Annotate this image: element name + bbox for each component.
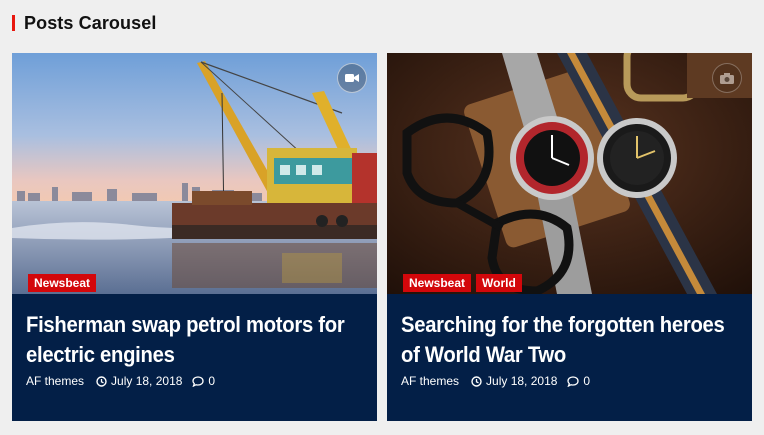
post-comments[interactable]: 0 [192,374,215,388]
category-badge[interactable]: Newsbeat [403,274,472,292]
video-camera-icon [337,63,367,93]
post-date-text: July 18, 2018 [111,374,183,388]
category-badge[interactable]: Newsbeat [28,274,97,292]
post-meta: AF themes July 18, 2018 0 [26,374,215,388]
post-title[interactable]: Fisherman swap petrol motors for electri… [26,310,366,370]
post-categories: Newsbeat World [403,274,522,292]
clock-icon [471,375,482,387]
post-comments[interactable]: 0 [567,374,590,388]
post-thumbnail[interactable] [12,53,377,294]
section-header: Posts Carousel [12,12,156,34]
post-date: July 18, 2018 [96,374,182,388]
post-comments-count: 0 [583,374,591,388]
post-title[interactable]: Searching for the forgotten heroes of Wo… [401,310,741,370]
post-meta: AF themes July 18, 2018 0 [401,374,590,388]
category-badge[interactable]: World [476,274,522,292]
post-comments-count: 0 [208,374,216,388]
post-date: July 18, 2018 [471,374,557,388]
section-accent-bar [12,15,15,31]
post-author[interactable]: AF themes [26,374,84,388]
post-categories: Newsbeat [28,274,97,292]
clock-icon [96,375,107,387]
post-date-text: July 18, 2018 [486,374,558,388]
post-card[interactable]: Newsbeat Fisherman swap petrol motors fo… [12,53,377,421]
section-title: Posts Carousel [24,12,157,33]
post-thumbnail[interactable] [387,53,752,294]
post-author[interactable]: AF themes [401,374,459,388]
camera-icon [712,63,742,93]
comment-icon [567,375,580,387]
comment-icon [192,375,205,387]
post-card[interactable]: Newsbeat World Searching for the forgott… [387,53,752,421]
